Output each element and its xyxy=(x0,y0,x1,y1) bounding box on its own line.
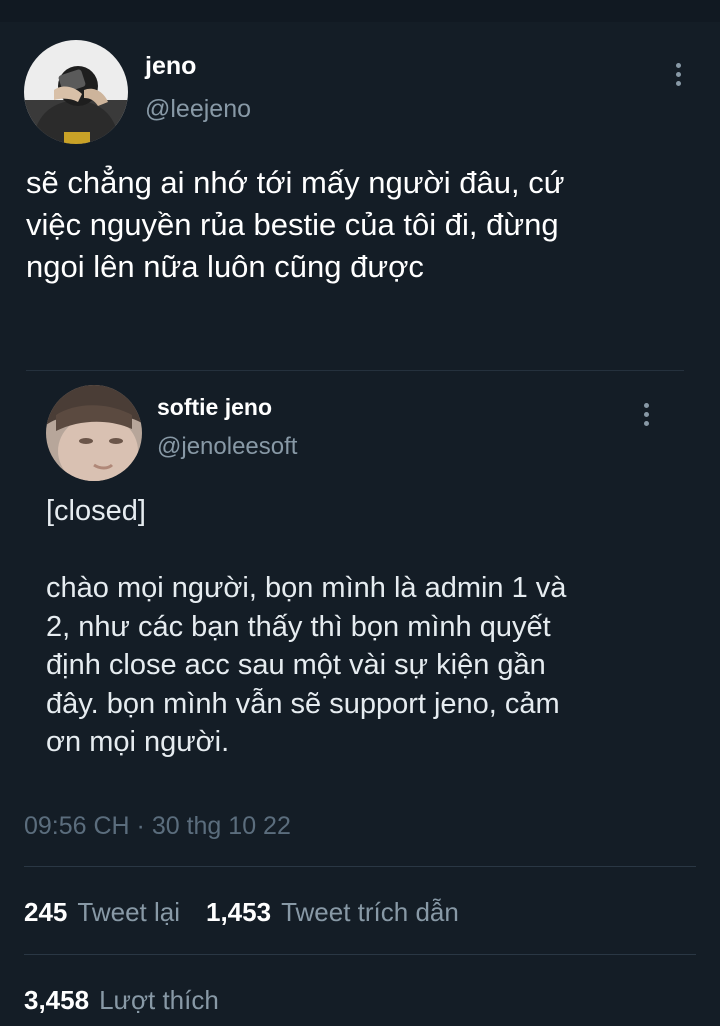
author-avatar[interactable] xyxy=(24,40,128,144)
vertical-ellipsis-icon xyxy=(675,63,681,68)
quoted-author-name[interactable]: softie jeno xyxy=(157,394,272,421)
divider xyxy=(24,866,696,867)
author-handle[interactable]: @leejeno xyxy=(145,95,251,124)
stats-row: 245 Tweet lại 1,453 Tweet trích dẫn xyxy=(24,897,459,928)
quoted-tweet-text: [closed] chào mọi người, bọn mình là adm… xyxy=(46,495,567,758)
quote-count: 1,453 xyxy=(206,897,272,927)
quoted-more-options-button[interactable] xyxy=(636,403,656,426)
like-label: Lượt thích xyxy=(99,985,219,1015)
quote-label: Tweet trích dẫn xyxy=(281,897,459,927)
more-options-button[interactable] xyxy=(668,63,688,86)
likes-stat[interactable]: 3,458 Lượt thích xyxy=(24,985,219,1016)
tweet-timestamp[interactable]: 09:56 CH · 30 thg 10 22 xyxy=(24,812,291,841)
retweets-stat[interactable]: 245 Tweet lại xyxy=(24,897,180,928)
tweet-text: sẽ chẳng ai nhớ tới mấy người đâu, cứ vi… xyxy=(26,165,565,284)
author-avatar-image xyxy=(24,40,128,144)
vertical-ellipsis-icon xyxy=(643,403,649,408)
quoted-author-handle[interactable]: @jenoleesoft xyxy=(157,433,297,461)
author-name[interactable]: jeno xyxy=(145,52,196,81)
retweet-label: Tweet lại xyxy=(77,897,180,927)
like-count: 3,458 xyxy=(24,985,90,1015)
quote-tweets-stat[interactable]: 1,453 Tweet trích dẫn xyxy=(206,897,459,928)
retweet-count: 245 xyxy=(24,897,68,927)
quoted-author-avatar-image xyxy=(46,385,142,481)
quoted-author-avatar[interactable] xyxy=(46,385,142,481)
likes-row: 3,458 Lượt thích xyxy=(24,985,219,1016)
top-strip xyxy=(0,0,720,22)
divider xyxy=(24,954,696,955)
